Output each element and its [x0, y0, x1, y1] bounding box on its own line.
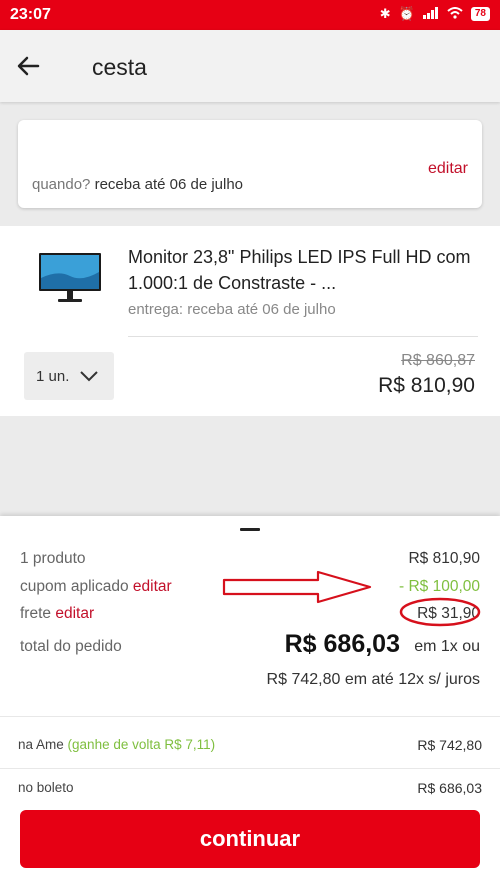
- divider: [0, 768, 500, 769]
- arrow-left-icon: [17, 56, 40, 76]
- coupon-label: cupom aplicado: [20, 578, 129, 595]
- boleto-value: R$ 686,03: [417, 780, 482, 796]
- delivery-card: editar quando? receba até 06 de julho: [18, 120, 482, 208]
- item-price-old: R$ 860,87: [401, 352, 475, 369]
- page-title: cesta: [92, 54, 147, 80]
- shipping-edit-link[interactable]: editar: [55, 605, 94, 622]
- alarm-icon: ⏰: [398, 6, 415, 21]
- total-suffix: em 1x ou: [414, 638, 480, 655]
- signal-icon: [422, 6, 439, 22]
- total-value: R$ 686,03: [284, 630, 400, 658]
- delivery-edit-link[interactable]: editar: [428, 160, 468, 178]
- delivery-when-value: receba até 06 de julho: [94, 176, 244, 193]
- monitor-product-image[interactable]: [38, 252, 102, 306]
- wifi-icon: [447, 6, 463, 22]
- item-delivery: entrega: receba até 06 de julho: [128, 301, 336, 318]
- shipping-row: frete editar: [20, 605, 94, 623]
- coupon-value: - R$ 100,00: [399, 578, 480, 595]
- battery-icon: 78: [470, 7, 490, 21]
- ame-row: na Ame (ganhe de volta R$ 7,11): [18, 737, 215, 752]
- ame-label: na Ame: [18, 737, 64, 752]
- delivery-when: quando? receba até 06 de julho: [32, 176, 243, 193]
- ame-cashback: (ganhe de volta R$ 7,11): [67, 737, 216, 752]
- shipping-label: frete: [20, 605, 52, 622]
- item-price-new: R$ 810,90: [378, 374, 475, 397]
- installments-text: R$ 742,80 em até 12x s/ juros: [266, 671, 480, 688]
- continue-button[interactable]: continuar: [20, 810, 480, 868]
- delivery-when-label: quando?: [32, 176, 91, 193]
- bluetooth-icon: ✱: [379, 6, 391, 21]
- coupon-edit-link[interactable]: editar: [133, 578, 172, 595]
- products-label: 1 produto: [20, 550, 86, 567]
- coupon-row: cupom aplicado editar: [20, 578, 172, 596]
- drag-handle[interactable]: [240, 528, 260, 531]
- app-bar: cesta: [0, 30, 500, 102]
- chevron-down-icon: [80, 371, 99, 382]
- back-button[interactable]: [14, 52, 44, 80]
- status-bar: 23:07 ✱ ⏰ 78: [0, 0, 500, 30]
- status-time: 23:07: [10, 6, 51, 23]
- boleto-label: no boleto: [18, 780, 74, 795]
- divider: [0, 716, 500, 717]
- products-value: R$ 810,90: [408, 550, 480, 567]
- quantity-value: 1 un.: [36, 367, 70, 385]
- item-title[interactable]: Monitor 23,8" Philips LED IPS Full HD co…: [128, 244, 478, 296]
- ame-value: R$ 742,80: [417, 737, 482, 753]
- total-label: total do pedido: [20, 638, 122, 655]
- quantity-select[interactable]: 1 un.: [24, 352, 114, 400]
- divider: [128, 336, 478, 337]
- shipping-value: R$ 31,90: [417, 605, 480, 622]
- order-summary: 1 produto R$ 810,90 cupom aplicado edita…: [0, 516, 500, 888]
- cart-item: Monitor 23,8" Philips LED IPS Full HD co…: [0, 226, 500, 416]
- status-icons: ✱ ⏰ 78: [380, 6, 490, 22]
